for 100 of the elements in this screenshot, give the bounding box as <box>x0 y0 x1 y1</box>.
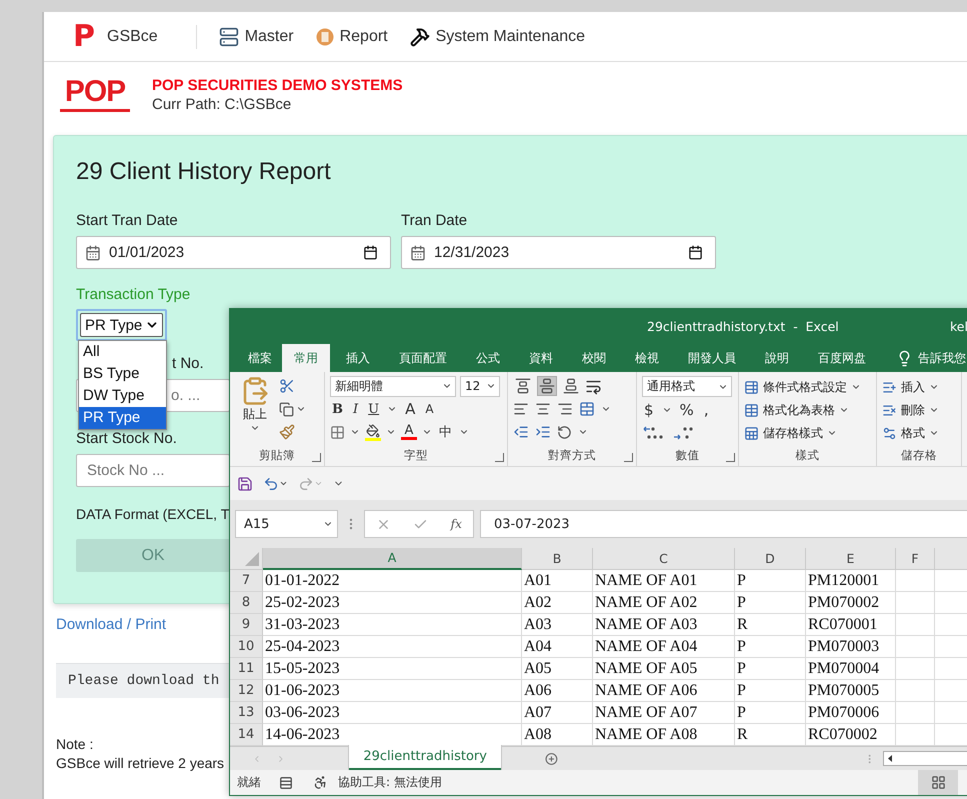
document-icon <box>316 28 334 46</box>
column-header[interactable]: D <box>735 548 806 570</box>
table-cell: 25-02-2023 <box>263 592 522 614</box>
comma-button[interactable]: , <box>702 402 711 418</box>
ribbon-tab[interactable]: 頁面配置 <box>386 344 460 372</box>
row-header[interactable]: 9 <box>230 614 263 636</box>
decrease-decimal-icon[interactable] <box>672 425 694 442</box>
normal-view-button[interactable] <box>918 770 958 796</box>
copy-icon[interactable] <box>279 402 294 417</box>
align-top-icon[interactable] <box>513 376 533 396</box>
currency-button[interactable]: $ <box>642 402 656 418</box>
font-select[interactable]: 新細明體 <box>330 376 456 397</box>
align-middle-icon[interactable] <box>537 376 557 396</box>
table-cell: PM070002 <box>806 592 896 614</box>
italic-button[interactable]: I <box>351 402 360 416</box>
align-left-icon[interactable] <box>513 401 529 418</box>
ribbon-tab[interactable]: 資料 <box>516 344 566 372</box>
table-cell: NAME OF A03 <box>593 614 735 636</box>
style-menu-button[interactable]: 儲存格樣式 <box>744 422 861 444</box>
number-format-select[interactable]: 通用格式 <box>642 376 732 398</box>
increase-decimal-icon[interactable] <box>642 425 664 442</box>
ribbon-tab[interactable]: 檢視 <box>622 344 672 372</box>
stock-number-field[interactable]: Stock No ... <box>76 454 230 487</box>
dialog-launcher-icon[interactable] <box>624 452 633 462</box>
underline-button[interactable]: U <box>366 402 382 416</box>
table-cell: A02 <box>522 592 593 614</box>
add-sheet-icon[interactable] <box>544 750 558 766</box>
column-header[interactable]: B <box>522 548 593 570</box>
paste-button[interactable]: 貼上 <box>235 376 275 446</box>
column-header[interactable]: E <box>806 548 896 570</box>
table-cell: P <box>735 592 806 614</box>
fill-color-button[interactable] <box>365 424 381 441</box>
style-menu-button[interactable]: 條件式格式設定 <box>744 376 861 398</box>
ribbon-tab[interactable]: 常用 <box>282 344 330 372</box>
style-menu-button[interactable]: 格式化為表格 <box>744 399 861 422</box>
align-right-icon[interactable] <box>557 401 573 418</box>
merge-icon[interactable] <box>579 401 595 418</box>
paintbrush-icon[interactable] <box>279 424 295 440</box>
dialog-launcher-icon[interactable] <box>726 452 735 462</box>
ribbon-tab[interactable]: 校閱 <box>569 344 619 372</box>
field-label: Start Stock No. <box>76 430 177 447</box>
tell-me-field[interactable]: 告訴我您 <box>918 350 966 367</box>
dialog-launcher-icon[interactable] <box>495 452 504 462</box>
sheet-tab[interactable]: 29clienttradhistory <box>349 745 501 770</box>
row-header[interactable]: 12 <box>230 680 263 702</box>
dropdown-option[interactable]: BS Type <box>79 363 166 385</box>
bold-button[interactable]: B <box>330 402 345 416</box>
ribbon-tab[interactable]: 檔案 <box>241 344 279 372</box>
row-header[interactable]: 11 <box>230 658 263 680</box>
ribbon-tab[interactable]: 插入 <box>333 344 383 372</box>
formula-field[interactable]: 03-07-2023 <box>480 510 967 538</box>
insert-function-button[interactable]: fx <box>450 517 462 531</box>
nav-link[interactable]: System Maintenance <box>436 28 586 46</box>
row-header[interactable]: 13 <box>230 702 263 724</box>
save-icon[interactable] <box>237 476 253 492</box>
ribbon-tab[interactable]: 開發人員 <box>675 344 749 372</box>
ribbon-tab[interactable]: 公式 <box>463 344 513 372</box>
calendar-icon[interactable] <box>688 245 703 260</box>
name-box[interactable]: A15 <box>235 510 338 538</box>
calendar-icon[interactable] <box>363 245 378 260</box>
orientation-icon[interactable] <box>557 424 572 440</box>
phonetic-button[interactable]: 中 <box>437 426 454 439</box>
increase-indent-icon[interactable] <box>535 424 551 440</box>
shrink-font-button[interactable]: A <box>423 403 436 416</box>
dropdown-option[interactable]: All <box>79 341 166 363</box>
date-field[interactable]: 01/01/2023 <box>76 236 391 269</box>
undo-icon[interactable] <box>263 476 279 492</box>
row-header[interactable]: 7 <box>230 570 263 592</box>
grow-font-button[interactable]: A <box>403 402 418 417</box>
ribbon-tab[interactable]: 百度网盘 <box>805 344 879 372</box>
dropdown-option[interactable]: DW Type <box>79 385 166 407</box>
align-bottom-icon[interactable] <box>561 376 581 396</box>
font-color-button[interactable]: A <box>401 424 417 440</box>
transaction-type-select[interactable]: PR Type <box>80 313 163 337</box>
column-header[interactable]: F <box>896 548 935 570</box>
row-header[interactable]: 14 <box>230 724 263 746</box>
dropdown-option[interactable]: PR Type <box>79 407 166 429</box>
row-header[interactable]: 8 <box>230 592 263 614</box>
brand-name[interactable]: GSBce <box>107 28 158 46</box>
align-center-icon[interactable] <box>535 401 551 418</box>
decrease-indent-icon[interactable] <box>513 424 529 440</box>
cells-menu-button[interactable]: 格式 <box>882 422 939 444</box>
horizontal-scrollbar[interactable] <box>883 751 967 766</box>
font-size-select[interactable]: 12 <box>460 376 500 397</box>
border-icon[interactable] <box>330 424 345 440</box>
dialog-launcher-icon[interactable] <box>312 452 321 462</box>
row-header[interactable]: 10 <box>230 636 263 658</box>
note-heading: Note : <box>56 736 94 752</box>
download-link[interactable]: Download / Print <box>56 616 166 633</box>
cells-menu-button[interactable]: 插入 <box>882 376 939 398</box>
scissors-icon[interactable] <box>279 378 295 394</box>
nav-link[interactable]: Report <box>340 28 388 46</box>
column-header[interactable]: A <box>263 548 522 570</box>
column-header[interactable]: C <box>593 548 735 570</box>
date-field[interactable]: 12/31/2023 <box>401 236 716 269</box>
calendar-icon <box>410 244 426 260</box>
ribbon-tab[interactable]: 說明 <box>752 344 802 372</box>
cells-menu-button[interactable]: 刪除 <box>882 399 939 422</box>
nav-link[interactable]: Master <box>244 28 294 46</box>
percent-button[interactable]: % <box>678 402 696 418</box>
